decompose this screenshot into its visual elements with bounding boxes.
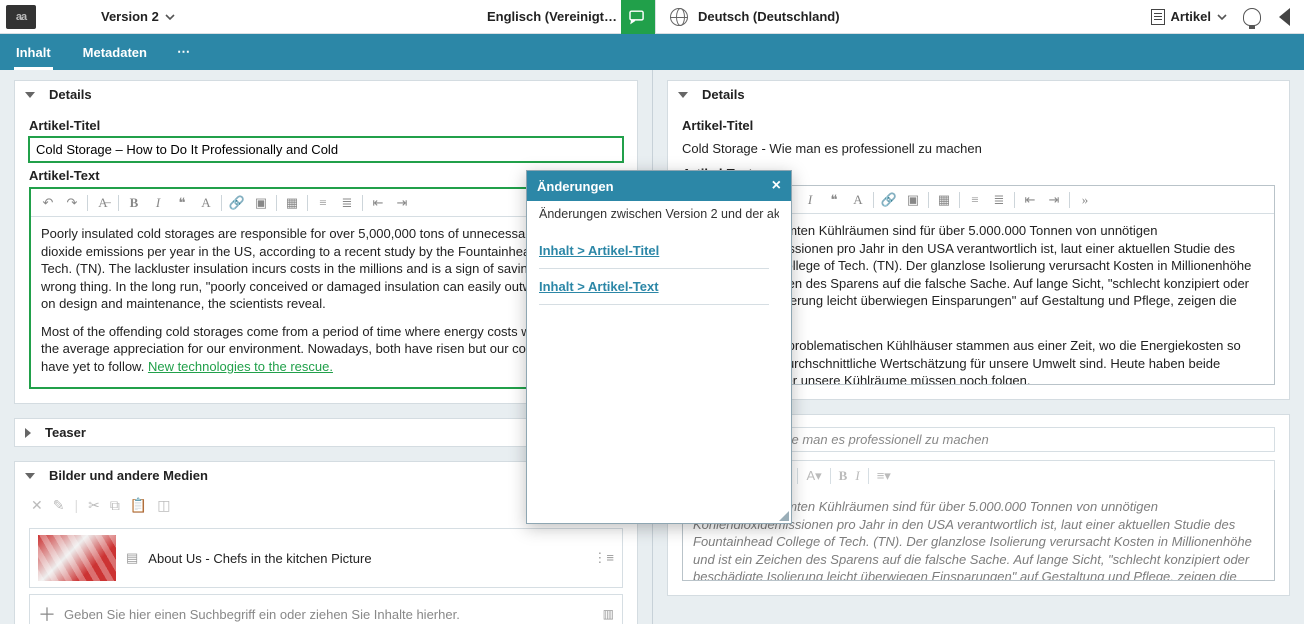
tab-inhalt[interactable]: Inhalt <box>0 34 67 70</box>
lightbulb-icon <box>1243 8 1261 26</box>
media-thumbnail <box>38 535 116 581</box>
article-title-input[interactable] <box>29 137 623 162</box>
article-type-dropdown[interactable]: Artikel <box>1143 5 1234 29</box>
list-ol-icon[interactable]: ≡ <box>966 191 984 209</box>
bold-icon[interactable]: B <box>125 194 143 212</box>
change-link-title[interactable]: Inhalt > Artikel-Titel <box>539 233 769 269</box>
media-item-label: About Us - Chefs in the kitchen Picture <box>148 551 371 566</box>
tab-more[interactable]: ⋯ <box>163 34 207 70</box>
table-icon[interactable]: ▦ <box>283 194 301 212</box>
list-ul-icon[interactable]: ≣ <box>338 194 356 212</box>
clear-format-icon[interactable]: A̶ <box>94 194 112 212</box>
media-search-row[interactable]: ＋ Geben Sie hier einen Suchbegriff ein o… <box>29 594 623 624</box>
table-icon[interactable]: ▦ <box>935 191 953 209</box>
bold-icon[interactable]: B <box>839 468 848 484</box>
undo-icon[interactable]: ↶ <box>39 194 57 212</box>
font-icon[interactable]: A <box>849 191 867 209</box>
collapse-button[interactable] <box>1270 3 1298 31</box>
image-icon[interactable]: ▣ <box>904 191 922 209</box>
italic-icon[interactable]: I <box>855 468 859 484</box>
label-article-title: Artikel-Titel <box>29 118 623 133</box>
hints-button[interactable] <box>1238 3 1266 31</box>
outdent-icon[interactable]: ⇤ <box>369 194 387 212</box>
section-details-target[interactable]: Details <box>668 81 1289 108</box>
document-icon <box>1151 9 1165 25</box>
align-icon[interactable]: ≡▾ <box>877 468 891 484</box>
media-search-placeholder: Geben Sie hier einen Suchbegriff ein ode… <box>64 607 460 622</box>
app-logo[interactable]: aa <box>6 5 36 29</box>
changes-dialog-subtitle: Änderungen zwischen Version 2 und der ak… <box>539 207 779 221</box>
close-icon[interactable]: × <box>772 178 781 194</box>
changes-dialog-title: Änderungen <box>537 179 614 194</box>
font-icon[interactable]: A <box>197 194 215 212</box>
link-icon[interactable]: 🔗 <box>880 191 898 209</box>
quote-icon[interactable]: ❝ <box>825 191 843 209</box>
list-ul-icon[interactable]: ≣ <box>990 191 1008 209</box>
version-dropdown[interactable]: Version 2 <box>93 0 176 33</box>
plus-icon[interactable]: ＋ <box>38 601 56 624</box>
source-language-label: Englisch (Vereinigt… <box>487 9 617 24</box>
paste-icon[interactable]: 📋 <box>130 497 147 514</box>
italic-icon[interactable]: I <box>149 194 167 212</box>
image-icon[interactable]: ▣ <box>252 194 270 212</box>
indent-icon[interactable]: ⇥ <box>1045 191 1063 209</box>
version-label: Version 2 <box>101 9 159 24</box>
globe-icon <box>670 8 688 26</box>
indent-icon[interactable]: ⇥ <box>393 194 411 212</box>
changes-dialog: Änderungen × Änderungen zwischen Version… <box>526 170 792 524</box>
media-type-icon: ▤ <box>126 550 138 566</box>
change-link-text[interactable]: Inhalt > Artikel-Text <box>539 269 769 305</box>
copy-icon[interactable]: ⧉ <box>110 497 120 514</box>
delete-icon[interactable]: ✕ <box>31 497 43 514</box>
translate-indicator-icon[interactable] <box>621 0 655 34</box>
crop-icon[interactable]: ◫ <box>157 497 170 514</box>
logo-dropdown[interactable] <box>38 0 63 33</box>
media-options-icon[interactable]: ⋮≡ <box>593 550 614 566</box>
italic-icon[interactable]: I <box>801 191 819 209</box>
link-new-technologies[interactable]: New technologies to the rescue. <box>148 359 333 374</box>
outdent-icon[interactable]: ⇤ <box>1021 191 1039 209</box>
edit-icon[interactable]: ✎ <box>53 497 65 514</box>
tab-metadaten[interactable]: Metadaten <box>67 34 163 70</box>
redo-icon[interactable]: ↷ <box>63 194 81 212</box>
list-ol-icon[interactable]: ≡ <box>314 194 332 212</box>
font-icon[interactable]: A▾ <box>806 468 821 484</box>
more-icon[interactable]: » <box>1076 191 1094 209</box>
media-item[interactable]: ▤ About Us - Chefs in the kitchen Pictur… <box>29 528 623 588</box>
cut-icon[interactable]: ✂ <box>88 497 100 514</box>
library-icon[interactable]: ▥ <box>603 607 614 621</box>
quote-icon[interactable]: ❝ <box>173 194 191 212</box>
section-details[interactable]: Details <box>15 81 637 108</box>
link-icon[interactable]: 🔗 <box>228 194 246 212</box>
chevron-left-icon <box>1279 8 1290 26</box>
resize-handle[interactable] <box>777 509 789 521</box>
article-title-value-target: Cold Storage - Wie man es professionell … <box>682 137 1275 160</box>
target-language-label: Deutsch (Deutschland) <box>698 9 840 24</box>
label-article-title-target: Artikel-Titel <box>682 118 1275 133</box>
